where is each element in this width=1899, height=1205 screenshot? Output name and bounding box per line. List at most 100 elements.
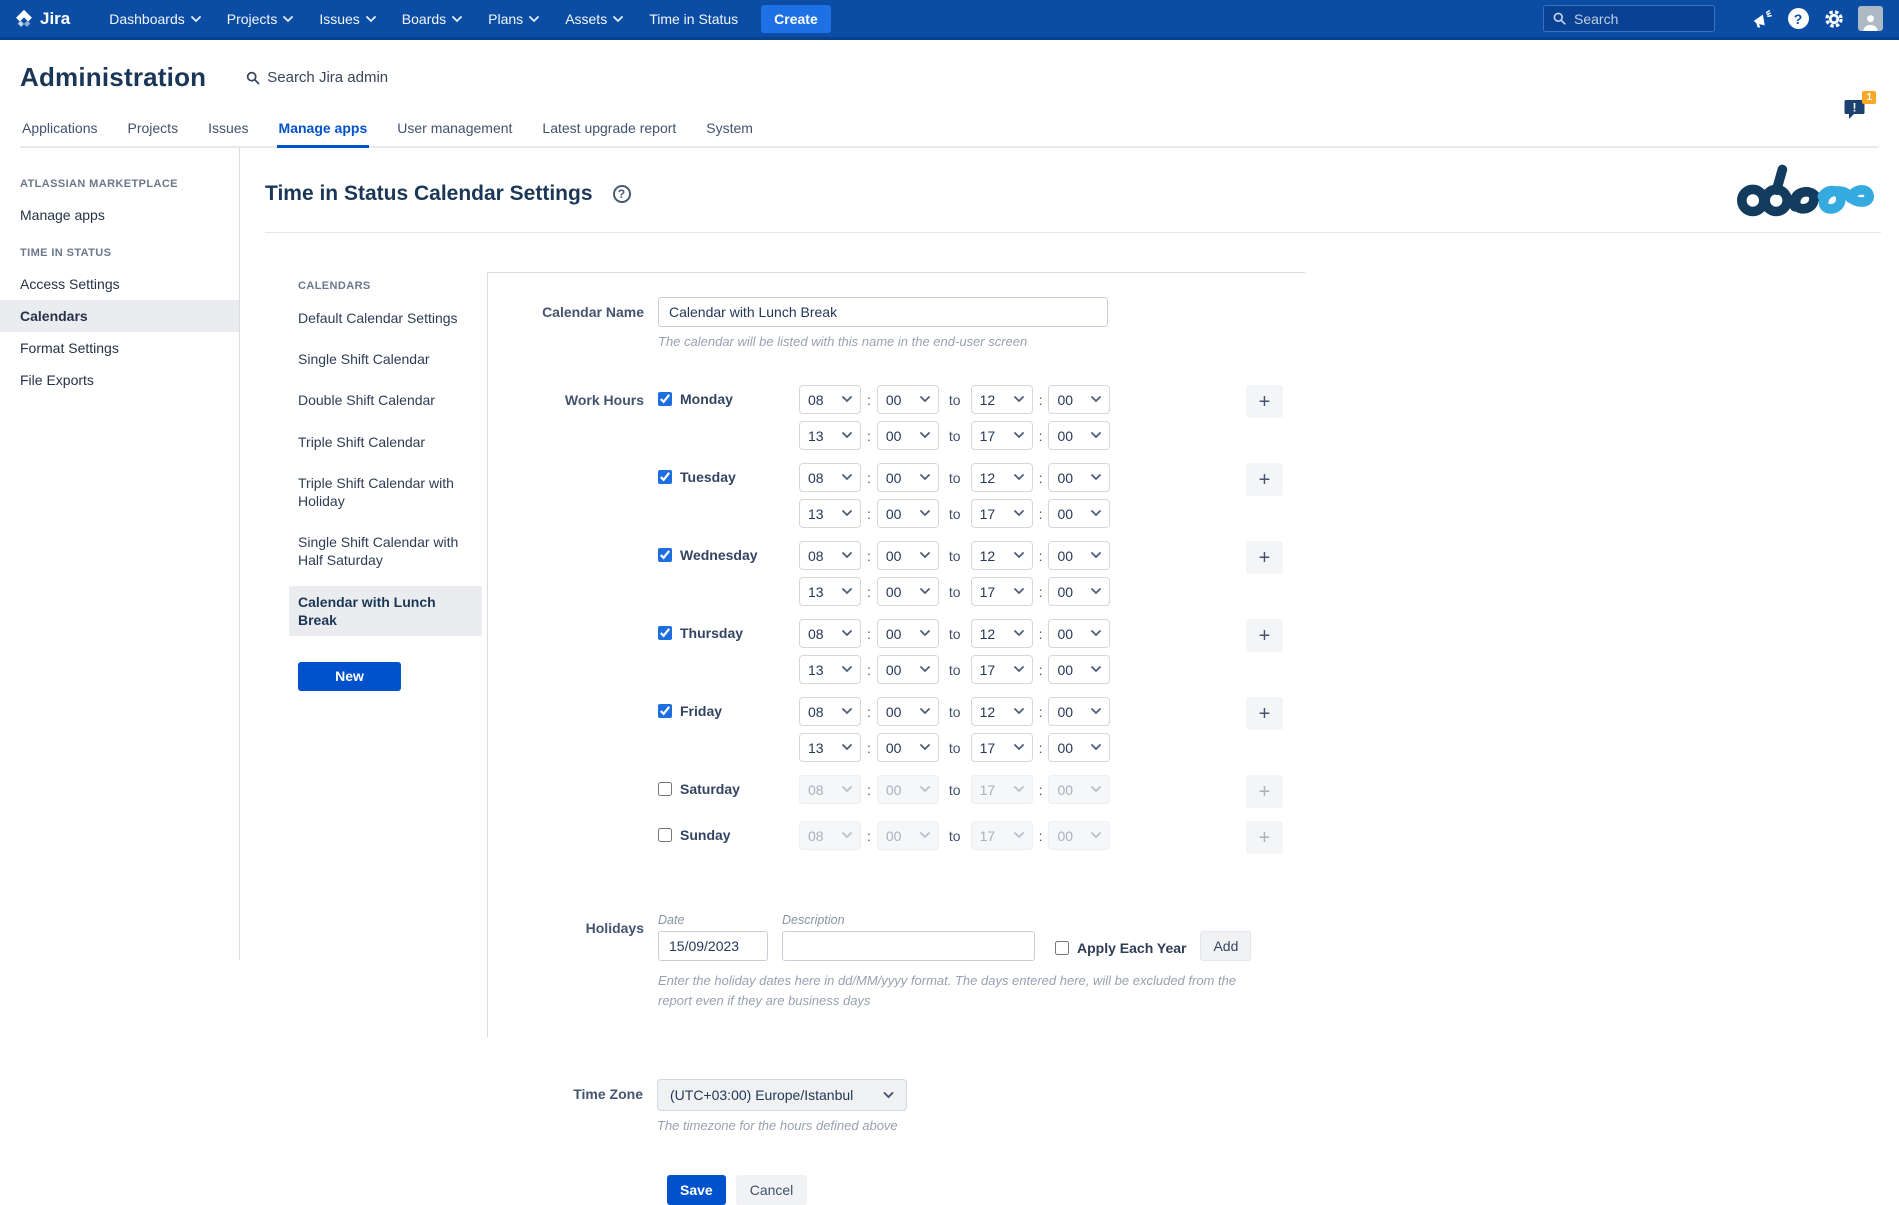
nav-menu-issues[interactable]: Issues bbox=[306, 1, 388, 37]
add-range-button[interactable]: + bbox=[1246, 821, 1283, 854]
time-select[interactable]: 00 bbox=[1048, 541, 1110, 570]
time-select[interactable]: 00 bbox=[1048, 655, 1110, 684]
tab-issues[interactable]: Issues bbox=[206, 113, 250, 148]
time-zone-select[interactable]: (UTC+03:00) Europe/Istanbul bbox=[657, 1079, 907, 1111]
day-checkbox-saturday[interactable]: Saturday bbox=[658, 775, 799, 797]
checkbox[interactable] bbox=[658, 782, 672, 796]
tab-user-management[interactable]: User management bbox=[395, 113, 514, 148]
nav-menu-time-in-status[interactable]: Time in Status bbox=[636, 1, 751, 37]
checkbox[interactable] bbox=[658, 626, 672, 640]
time-select[interactable]: 13 bbox=[799, 499, 861, 528]
calendar-item[interactable]: Triple Shift Calendar bbox=[289, 426, 482, 458]
day-checkbox-wednesday[interactable]: Wednesday bbox=[658, 541, 799, 563]
time-select[interactable]: 00 bbox=[1048, 619, 1110, 648]
day-checkbox-sunday[interactable]: Sunday bbox=[658, 821, 799, 843]
calendar-name-input[interactable] bbox=[658, 297, 1108, 327]
checkbox[interactable] bbox=[658, 548, 672, 562]
jira-logo[interactable]: Jira bbox=[14, 9, 70, 29]
section-help-icon[interactable]: ? bbox=[613, 185, 631, 203]
time-select[interactable]: 12 bbox=[971, 541, 1033, 570]
calendar-item[interactable]: Default Calendar Settings bbox=[289, 302, 482, 334]
time-select[interactable]: 13 bbox=[799, 733, 861, 762]
calendar-item[interactable]: Single Shift Calendar with Half Saturday bbox=[289, 526, 482, 576]
time-select[interactable]: 00 bbox=[1048, 385, 1110, 414]
gear-icon[interactable] bbox=[1819, 4, 1849, 34]
time-select[interactable]: 00 bbox=[877, 733, 939, 762]
time-select[interactable]: 13 bbox=[799, 421, 861, 450]
add-range-button[interactable]: + bbox=[1246, 697, 1283, 730]
time-select[interactable]: 12 bbox=[971, 619, 1033, 648]
time-select[interactable]: 17 bbox=[971, 577, 1033, 606]
admin-search[interactable]: Search Jira admin bbox=[246, 69, 388, 86]
time-select[interactable]: 08 bbox=[799, 385, 861, 414]
time-select[interactable]: 00 bbox=[1048, 577, 1110, 606]
sidebar-item-calendars[interactable]: Calendars bbox=[0, 300, 239, 332]
save-button[interactable]: Save bbox=[667, 1175, 726, 1205]
holiday-date-input[interactable] bbox=[658, 931, 768, 961]
create-button[interactable]: Create bbox=[761, 5, 831, 33]
user-avatar[interactable] bbox=[1855, 4, 1885, 34]
time-select[interactable]: 00 bbox=[877, 463, 939, 492]
time-select[interactable]: 00 bbox=[1048, 421, 1110, 450]
day-checkbox-friday[interactable]: Friday bbox=[658, 697, 799, 719]
time-select[interactable]: 17 bbox=[971, 655, 1033, 684]
time-select[interactable]: 00 bbox=[1048, 733, 1110, 762]
add-holiday-button[interactable]: Add bbox=[1200, 931, 1251, 961]
nav-menu-plans[interactable]: Plans bbox=[475, 1, 552, 37]
time-select[interactable]: 08 bbox=[799, 697, 861, 726]
tab-projects[interactable]: Projects bbox=[126, 113, 181, 148]
time-select[interactable]: 00 bbox=[877, 655, 939, 684]
time-select[interactable]: 00 bbox=[877, 499, 939, 528]
time-select[interactable]: 00 bbox=[877, 577, 939, 606]
cancel-button[interactable]: Cancel bbox=[736, 1175, 808, 1205]
checkbox[interactable] bbox=[658, 828, 672, 842]
day-checkbox-monday[interactable]: Monday bbox=[658, 385, 799, 407]
time-select[interactable]: 17 bbox=[971, 499, 1033, 528]
apply-each-year-checkbox[interactable]: Apply Each Year bbox=[1055, 940, 1186, 956]
time-select[interactable]: 00 bbox=[877, 697, 939, 726]
time-select[interactable]: 13 bbox=[799, 577, 861, 606]
time-select[interactable]: 00 bbox=[1048, 463, 1110, 492]
sidebar-item-manage-apps[interactable]: Manage apps bbox=[0, 199, 239, 231]
checkbox[interactable] bbox=[658, 392, 672, 406]
time-select[interactable]: 08 bbox=[799, 541, 861, 570]
holiday-description-input[interactable] bbox=[782, 931, 1035, 961]
time-select[interactable]: 00 bbox=[877, 541, 939, 570]
notification-icon[interactable]: ! 1 bbox=[1843, 98, 1867, 125]
day-checkbox-tuesday[interactable]: Tuesday bbox=[658, 463, 799, 485]
day-checkbox-thursday[interactable]: Thursday bbox=[658, 619, 799, 641]
time-select[interactable]: 12 bbox=[971, 463, 1033, 492]
time-select[interactable]: 12 bbox=[971, 697, 1033, 726]
time-select[interactable]: 00 bbox=[1048, 499, 1110, 528]
time-select[interactable]: 12 bbox=[971, 385, 1033, 414]
nav-menu-projects[interactable]: Projects bbox=[214, 1, 307, 37]
calendar-item[interactable]: Single Shift Calendar bbox=[289, 343, 482, 375]
calendar-item[interactable]: Calendar with Lunch Break bbox=[289, 586, 482, 636]
add-range-button[interactable]: + bbox=[1246, 619, 1283, 652]
calendar-item[interactable]: Double Shift Calendar bbox=[289, 384, 482, 416]
time-select[interactable]: 08 bbox=[799, 463, 861, 492]
add-range-button[interactable]: + bbox=[1246, 775, 1283, 808]
checkbox[interactable] bbox=[658, 704, 672, 718]
time-select[interactable]: 00 bbox=[877, 385, 939, 414]
tab-system[interactable]: System bbox=[704, 113, 755, 148]
calendar-item[interactable]: Triple Shift Calendar with Holiday bbox=[289, 467, 482, 517]
new-calendar-button[interactable]: New bbox=[298, 662, 401, 691]
sidebar-item-access-settings[interactable]: Access Settings bbox=[0, 268, 239, 300]
tab-applications[interactable]: Applications bbox=[20, 113, 100, 148]
add-range-button[interactable]: + bbox=[1246, 541, 1283, 574]
help-icon[interactable]: ? bbox=[1783, 4, 1813, 34]
time-select[interactable]: 00 bbox=[1048, 697, 1110, 726]
nav-menu-boards[interactable]: Boards bbox=[389, 1, 475, 37]
time-select[interactable]: 13 bbox=[799, 655, 861, 684]
tab-manage-apps[interactable]: Manage apps bbox=[277, 113, 370, 148]
sidebar-item-format-settings[interactable]: Format Settings bbox=[0, 332, 239, 364]
time-select[interactable]: 17 bbox=[971, 733, 1033, 762]
time-select[interactable]: 00 bbox=[877, 619, 939, 648]
time-select[interactable]: 00 bbox=[877, 421, 939, 450]
add-range-button[interactable]: + bbox=[1246, 385, 1283, 418]
nav-search-input[interactable]: Search bbox=[1543, 5, 1715, 32]
tab-latest-upgrade-report[interactable]: Latest upgrade report bbox=[540, 113, 678, 148]
megaphone-icon[interactable] bbox=[1747, 4, 1777, 34]
sidebar-item-file-exports[interactable]: File Exports bbox=[0, 364, 239, 396]
